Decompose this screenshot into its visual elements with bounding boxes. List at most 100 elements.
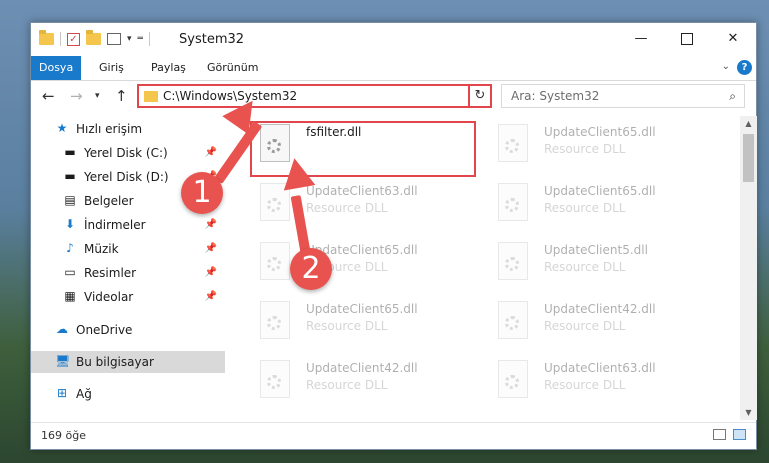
recent-locations-button[interactable]: ▾ (95, 91, 100, 101)
dll-file-icon (498, 124, 528, 162)
scroll-up-icon[interactable]: ▲ (740, 119, 757, 128)
search-icon[interactable]: ⌕ (729, 89, 736, 104)
video-icon: ▦ (64, 289, 76, 303)
file-name: UpdateClient65.dll (544, 184, 656, 198)
pin-icon[interactable]: 📌 (205, 286, 217, 308)
file-type: Resource DLL (544, 378, 626, 392)
file-type: Resource DLL (544, 319, 626, 333)
file-name: UpdateClient63.dll (306, 184, 418, 198)
help-button[interactable]: ? (737, 60, 752, 75)
sidebar-item-label: Bu bilgisayar (76, 355, 154, 369)
sidebar-item-network[interactable]: ⊞ Ağ (31, 383, 225, 405)
file-item[interactable]: UpdateClient65.dll Resource DLL (256, 238, 466, 288)
pin-icon[interactable]: 📌 (205, 214, 217, 236)
folder-icon[interactable] (39, 30, 54, 45)
step-badge-1: 1 (181, 172, 223, 214)
sidebar-item-label: Hızlı erişim (76, 122, 143, 136)
up-button[interactable]: ↑ (115, 87, 128, 105)
details-view-icon[interactable] (713, 429, 726, 440)
sidebar-item-pictures[interactable]: ▭ Resimler 📌 (31, 262, 225, 284)
tab-gorunum[interactable]: Görünüm (197, 56, 268, 80)
file-item[interactable]: UpdateClient65.dll Resource DLL (494, 120, 704, 170)
sidebar-item-label: OneDrive (76, 323, 133, 337)
tab-dosya[interactable]: Dosya (31, 56, 81, 80)
toolbar-divider (60, 32, 61, 46)
maximize-icon (681, 32, 693, 45)
network-icon: ⊞ (56, 386, 68, 400)
search-input[interactable]: Ara: System32 (511, 89, 599, 103)
step-badge-2: 2 (290, 248, 332, 290)
sidebar-item-onedrive[interactable]: ☁ OneDrive (31, 319, 225, 341)
dll-file-icon (498, 183, 528, 221)
file-name: UpdateClient65.dll (306, 302, 418, 316)
sidebar-item-music[interactable]: ♪ Müzik 📌 (31, 238, 225, 260)
search-box[interactable]: Ara: System32 ⌕ (501, 84, 745, 108)
vertical-scrollbar[interactable]: ▲ ▼ (740, 116, 757, 420)
file-type: Resource DLL (306, 201, 388, 215)
drive-icon: ▬ (64, 169, 76, 183)
maximize-button[interactable] (664, 23, 710, 55)
new-folder-icon[interactable] (86, 30, 101, 45)
quick-access-toolbar: ✓ ▾ ═ (39, 30, 150, 46)
forward-button[interactable]: → (70, 87, 83, 105)
scroll-thumb[interactable] (743, 134, 754, 182)
file-type: Resource DLL (544, 260, 626, 274)
drive-icon: ▬ (64, 145, 76, 159)
file-item[interactable]: UpdateClient65.dll Resource DLL (256, 297, 466, 347)
file-type: Resource DLL (306, 378, 388, 392)
file-name: UpdateClient42.dll (544, 302, 656, 316)
sidebar-item-videos[interactable]: ▦ Videolar 📌 (31, 286, 225, 308)
file-name: UpdateClient65.dll (544, 125, 656, 139)
sidebar-item-this-pc[interactable]: 🖥 Bu bilgisayar (31, 351, 225, 373)
customize-toolbar-icon[interactable]: ═ (138, 34, 143, 44)
pin-icon[interactable]: 📌 (205, 262, 217, 284)
item-count: 169 öğe (41, 429, 86, 442)
file-name: UpdateClient5.dll (544, 243, 648, 257)
large-icons-view-icon[interactable] (733, 429, 746, 440)
close-button[interactable]: ✕ (710, 23, 756, 55)
file-item[interactable]: UpdateClient65.dll Resource DLL (494, 179, 704, 229)
file-item[interactable]: UpdateClient42.dll Resource DLL (256, 356, 466, 406)
sidebar-item-downloads[interactable]: ⬇ İndirmeler 📌 (31, 214, 225, 236)
expand-ribbon-icon[interactable]: ⌄ (722, 61, 730, 72)
address-bar[interactable]: C:\Windows\System32 ⌄ (137, 84, 492, 108)
scroll-down-icon[interactable]: ▼ (740, 408, 757, 417)
view-options-icon[interactable] (107, 33, 121, 45)
window-title: System32 (179, 32, 245, 47)
sidebar-item-label: Yerel Disk (D:) (84, 170, 169, 184)
sidebar-item-label: Ağ (76, 387, 92, 401)
properties-check-icon[interactable]: ✓ (67, 32, 80, 46)
chevron-down-icon[interactable]: ▾ (127, 34, 132, 44)
dll-file-icon (498, 242, 528, 280)
minimize-button[interactable]: — (618, 23, 664, 55)
sidebar-item-label: İndirmeler (84, 218, 146, 232)
tab-giris[interactable]: Giriş (89, 56, 134, 80)
dll-file-icon (260, 360, 290, 398)
address-path[interactable]: C:\Windows\System32 (163, 89, 297, 103)
pin-icon[interactable]: 📌 (205, 238, 217, 260)
dll-file-icon (498, 360, 528, 398)
sidebar-item-label: Belgeler (84, 194, 134, 208)
tab-paylas[interactable]: Paylaş (141, 56, 196, 80)
file-item[interactable]: UpdateClient5.dll Resource DLL (494, 238, 704, 288)
toolbar-divider (148, 32, 150, 46)
sidebar-item-local-disk-c[interactable]: ▬ Yerel Disk (C:) 📌 (31, 142, 225, 164)
file-type: Resource DLL (544, 201, 626, 215)
sidebar-item-quick-access[interactable]: ★ Hızlı erişim (31, 118, 225, 140)
download-icon: ⬇ (64, 217, 76, 231)
dll-file-icon (260, 301, 290, 339)
navigation-bar: ← → ▾ ↑ C:\Windows\System32 ⌄ ↻ Ara: Sys… (31, 81, 756, 113)
back-button[interactable]: ← (42, 87, 55, 105)
ribbon-tabs: Dosya Giriş Paylaş Görünüm ⌄ ? (31, 56, 756, 81)
star-icon: ★ (56, 121, 68, 135)
arrowhead-2 (278, 155, 316, 191)
cloud-icon: ☁ (56, 322, 68, 336)
sidebar-item-label: Resimler (84, 266, 137, 280)
file-item[interactable]: UpdateClient63.dll Resource DLL (494, 356, 704, 406)
pin-icon[interactable]: 📌 (205, 142, 217, 164)
status-bar: 169 öğe (31, 422, 756, 449)
file-name: UpdateClient63.dll (544, 361, 656, 375)
file-item[interactable]: UpdateClient42.dll Resource DLL (494, 297, 704, 347)
refresh-button[interactable]: ↻ (468, 84, 492, 108)
file-name: UpdateClient42.dll (306, 361, 418, 375)
